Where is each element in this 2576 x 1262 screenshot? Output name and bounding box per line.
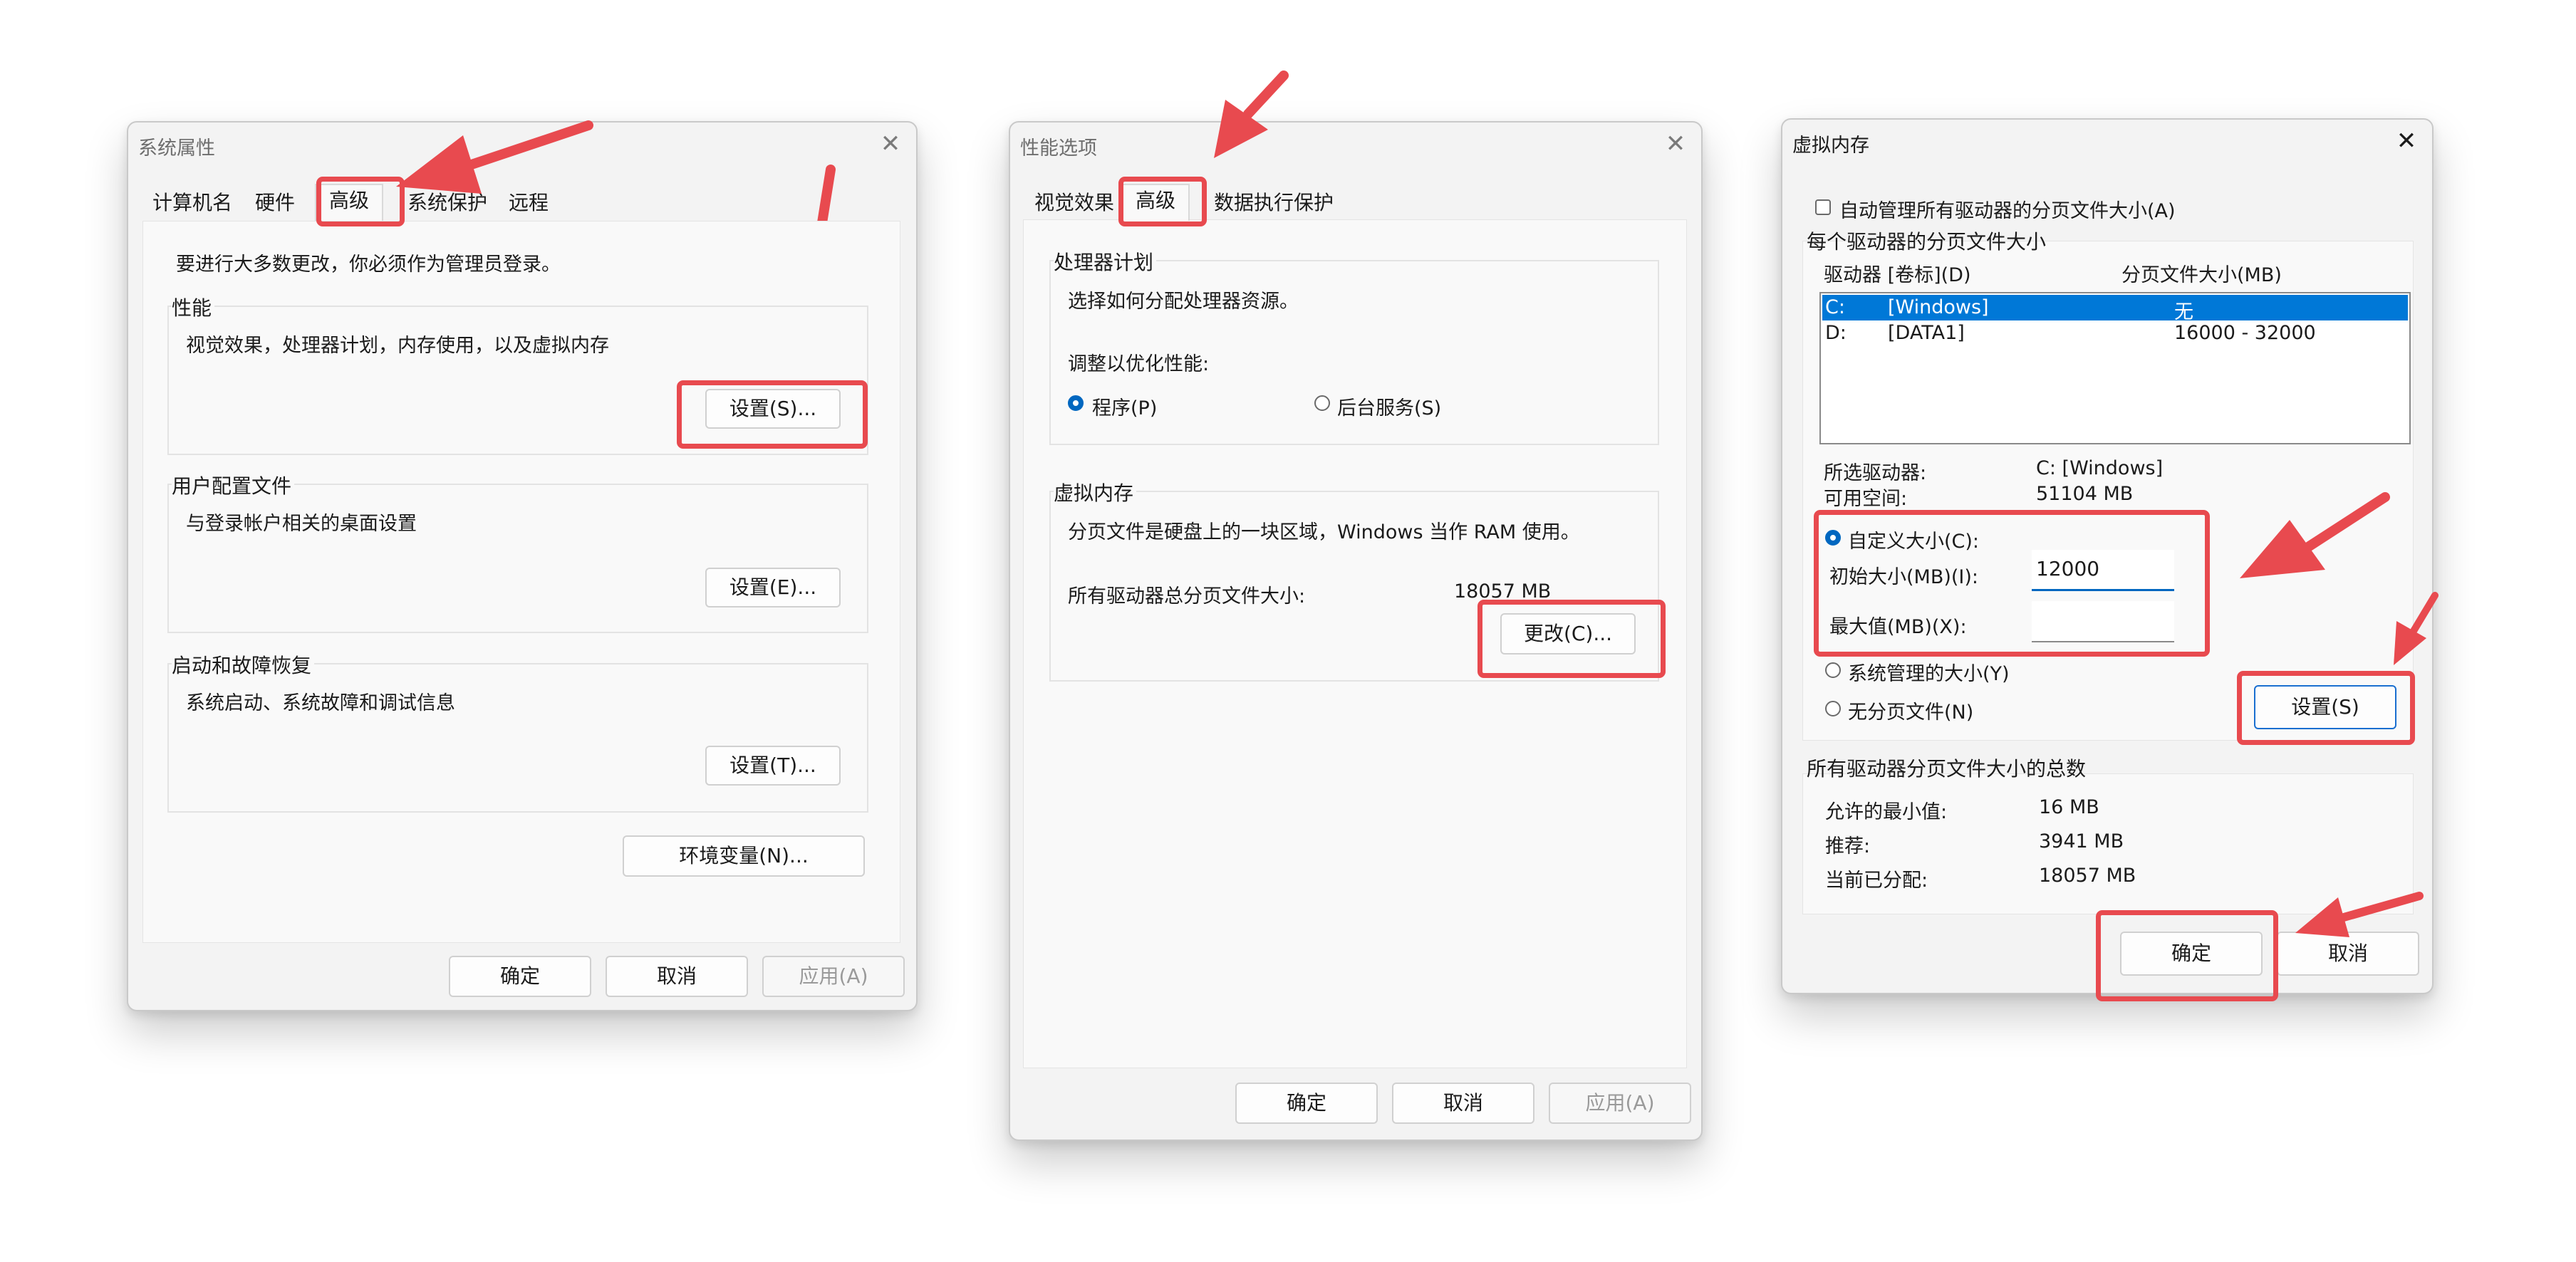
- processor-title: 处理器计划: [1054, 247, 1157, 276]
- virtual-memory-title: 虚拟内存: [1054, 478, 1137, 506]
- arrow-to-advanced-tab-1: [396, 120, 593, 194]
- user-profiles-group: [167, 484, 868, 633]
- advanced-panel: 要进行大多数更改，你必须作为管理员登录。 性能 视觉效果，处理器计划，内存使用，…: [142, 221, 900, 943]
- highlight-set-button: [2237, 671, 2415, 745]
- performance-desc: 视觉效果，处理器计划，内存使用，以及虚拟内存: [186, 335, 609, 357]
- arrow-to-ok-button: [2295, 892, 2424, 937]
- services-label[interactable]: 后台服务(S): [1337, 392, 1441, 420]
- highlight-performance-settings: [677, 380, 868, 449]
- arrow-to-set-button: [2394, 592, 2439, 665]
- processor-desc: 选择如何分配处理器资源。: [1068, 291, 1299, 313]
- user-profiles-title: 用户配置文件: [172, 471, 295, 499]
- performance-title: 性能: [172, 293, 215, 321]
- highlight-change-button: [1477, 600, 1666, 678]
- highlight-advanced-tab: [1118, 177, 1207, 226]
- arrow-to-custom-size: [2240, 492, 2390, 578]
- user-profiles-settings-button[interactable]: 设置(E)...: [705, 568, 841, 607]
- startup-group: [167, 663, 868, 813]
- highlight-advanced-tab: [316, 177, 405, 226]
- admin-note: 要进行大多数更改，你必须作为管理员登录。: [176, 254, 561, 276]
- performance-options-window: 性能选项 ✕ 视觉效果 高级 数据执行保护 处理器计划 选择如何分配处理器资源。…: [1009, 121, 1703, 1141]
- services-radio[interactable]: [1314, 395, 1330, 411]
- system-properties-window: 系统属性 ✕ 计算机名 硬件 高级 系统保护 远程 要进行大多数更改，你必须作为…: [127, 121, 918, 1011]
- startup-settings-button[interactable]: 设置(T)...: [705, 746, 841, 786]
- virtual-memory-desc: 分页文件是硬盘上的一块区域，Windows 当作 RAM 使用。: [1068, 521, 1580, 543]
- programs-label[interactable]: 程序(P): [1092, 392, 1157, 420]
- total-paging-label: 所有驱动器总分页文件大小:: [1068, 585, 1306, 607]
- environment-variables-button[interactable]: 环境变量(N)...: [623, 835, 865, 877]
- adjust-label: 调整以优化性能:: [1068, 353, 1210, 375]
- arrow-to-advanced-tab-2: [1214, 71, 1289, 158]
- startup-desc: 系统启动、系统故障和调试信息: [186, 692, 455, 714]
- highlight-ok-button: [2096, 910, 2278, 1001]
- user-profiles-desc: 与登录帐户相关的桌面设置: [186, 513, 417, 535]
- programs-radio[interactable]: [1068, 395, 1084, 411]
- highlight-custom-size: [1814, 510, 2210, 657]
- startup-title: 启动和故障恢复: [172, 650, 315, 679]
